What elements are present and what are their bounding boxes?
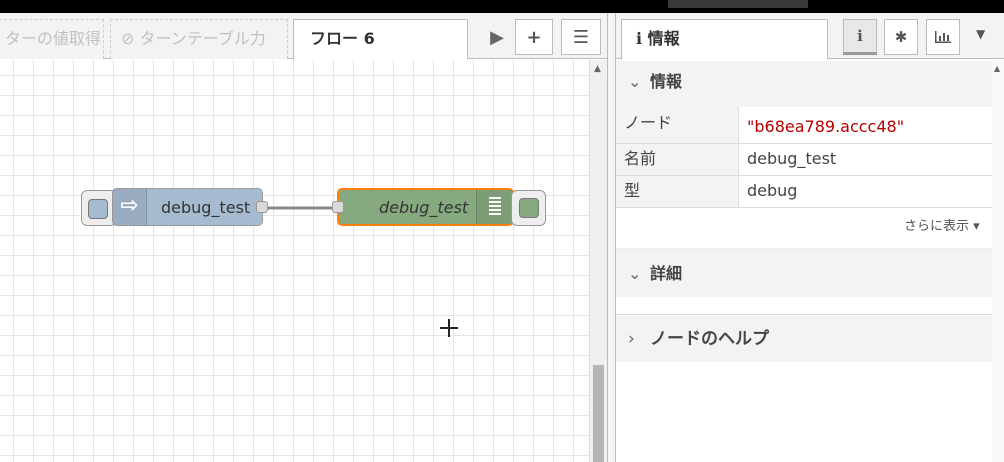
chevron-down-icon: ⌄ — [628, 264, 642, 283]
scroll-up-icon[interactable]: ▲ — [594, 64, 601, 74]
sidebar: ℹ 情報 i ✱ ▼ ⌄ 情報 ノード "b68ea789.accc48" 名前 … — [616, 13, 1004, 462]
window-handle — [668, 0, 808, 8]
tab-label: フロー 6 — [310, 29, 375, 48]
tab-label: ターの値取得 — [5, 29, 102, 48]
inject-node[interactable]: ⇨ debug_test — [112, 188, 268, 226]
property-value: debug_test — [747, 149, 837, 168]
caret-right-icon: ▶ — [490, 26, 504, 48]
section-info-header[interactable]: ⌄ 情報 — [616, 61, 992, 107]
list-icon — [476, 190, 512, 224]
list-icon: ☰ — [572, 26, 590, 48]
property-key: 名前 — [624, 149, 657, 168]
scroll-tabs-right-button[interactable]: ▶ — [482, 19, 512, 55]
tab-turntable[interactable]: ⊘ ターンテーブル力 — [110, 19, 288, 59]
add-flow-button[interactable]: + — [515, 19, 553, 55]
top-bar — [0, 0, 1004, 13]
property-row: ノード "b68ea789.accc48" — [616, 107, 992, 144]
tab-label: ℹ 情報 — [636, 29, 680, 48]
section-help-header[interactable]: › ノードのヘルプ — [616, 316, 992, 362]
show-more-link[interactable]: さらに表示 ▾ — [904, 215, 980, 234]
info-tab-button[interactable]: i — [843, 19, 877, 55]
flow-canvas[interactable]: ⇨ debug_test debug_test — [0, 60, 589, 462]
debug-node[interactable]: debug_test — [332, 188, 514, 226]
dashboard-tab-button[interactable] — [926, 19, 960, 55]
sidebar-tabs: ℹ 情報 i ✱ ▼ — [616, 13, 1004, 60]
chevron-down-icon[interactable]: ▼ — [976, 27, 985, 41]
node-label: debug_test — [379, 198, 469, 217]
scroll-thumb[interactable] — [593, 365, 604, 462]
property-row: 型 debug — [616, 176, 992, 208]
flow-tabs: ターの値取得 ⊘ ターンテーブル力 フロー 6 ▶ + ☰ — [0, 13, 607, 60]
tab-label: ⊘ ターンテーブル力 — [121, 29, 266, 48]
list-flows-button[interactable]: ☰ — [561, 19, 601, 55]
property-key: 型 — [624, 181, 641, 200]
section-title: 情報 — [650, 72, 683, 91]
debug-toggle-button[interactable] — [511, 190, 546, 226]
wire-layer — [268, 206, 458, 337]
workspace: ターの値取得 ⊘ ターンテーブル力 フロー 6 ▶ + ☰ ⇨ debug_te… — [0, 13, 607, 462]
debug-tab-button[interactable]: ✱ — [884, 19, 918, 55]
input-port[interactable] — [332, 201, 344, 213]
detail-content — [616, 297, 992, 315]
arrow-right-icon: ⇨ — [113, 189, 147, 225]
info-icon: i — [857, 27, 863, 45]
canvas-scrollbar[interactable]: ▲ — [589, 60, 607, 462]
node-label: debug_test — [161, 198, 251, 217]
chevron-right-icon: › — [628, 329, 635, 349]
tab-info[interactable]: ℹ 情報 — [621, 19, 828, 60]
section-title: ノードのヘルプ — [650, 329, 769, 349]
property-row: 名前 debug_test — [616, 144, 992, 176]
sidebar-scrollbar[interactable]: ▲ — [992, 60, 1004, 462]
section-detail-header[interactable]: ⌄ 詳細 — [616, 251, 992, 297]
property-value: debug — [747, 181, 798, 200]
scroll-up-icon[interactable]: ▲ — [994, 64, 1000, 73]
property-value[interactable]: "b68ea789.accc48" — [747, 111, 904, 143]
tab-flow-1[interactable]: ターの値取得 — [0, 19, 104, 59]
output-port[interactable] — [256, 201, 268, 213]
chart-icon — [935, 31, 951, 43]
bug-icon: ✱ — [894, 28, 908, 46]
section-title: 詳細 — [650, 264, 683, 283]
plus-icon: + — [526, 26, 542, 48]
property-key: ノード — [624, 113, 673, 132]
sidebar-splitter[interactable] — [607, 13, 616, 462]
tab-flow-6[interactable]: フロー 6 — [293, 19, 468, 60]
chevron-down-icon: ⌄ — [628, 72, 642, 91]
